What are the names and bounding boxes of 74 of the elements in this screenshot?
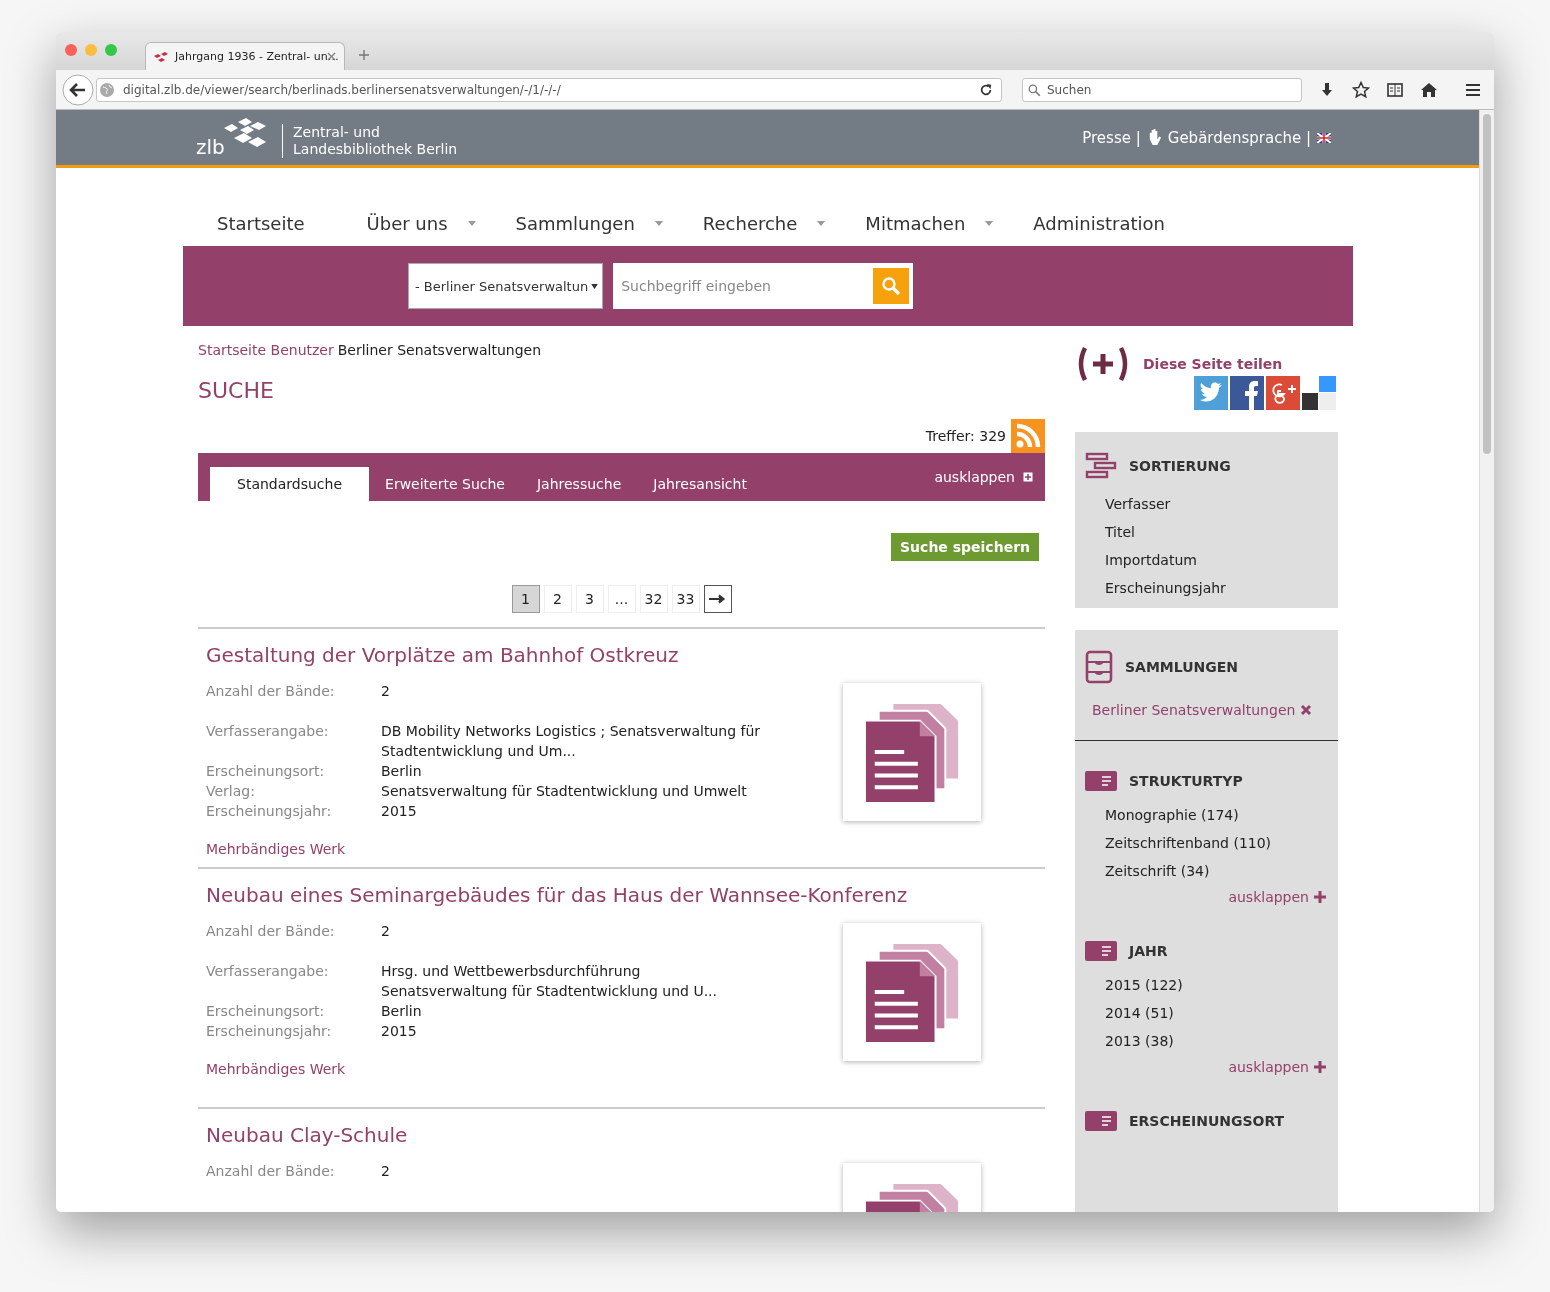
hit-count: Treffer: 329 xyxy=(925,428,1006,444)
result-title-link[interactable]: Neubau Clay-Schule xyxy=(206,1123,981,1147)
field-label: Verlag: xyxy=(206,782,256,801)
nav-item[interactable]: Administration xyxy=(1033,212,1166,234)
breadcrumb-current: Berliner Senatsverwaltungen xyxy=(337,342,542,358)
browser-search-field[interactable]: Suchen xyxy=(1022,77,1302,102)
field-label: Erscheinungsjahr: xyxy=(206,1022,333,1041)
header-link[interactable]: Gebärdensprache | xyxy=(1167,128,1311,147)
browser-tab[interactable]: Jahrgang 1936 - Zentral- un… xyxy=(145,42,345,70)
multivolume-link[interactable]: Mehrbändiges Werk xyxy=(206,841,843,857)
facet-title: ERSCHEINUNGSORT xyxy=(1129,1113,1285,1129)
field-value: Hrsg. und Wettbewerbsdurchführung Senatsverwaltung für Stadtentwicklung und U... xyxy=(381,962,718,1001)
expand-link[interactable]: ausklappen xyxy=(1228,889,1309,905)
nav-item[interactable]: Sammlungen xyxy=(515,212,663,234)
page-link[interactable]: 3 xyxy=(575,585,604,613)
field-label: Verfasserangabe: xyxy=(206,722,330,741)
facet-option[interactable]: Zeitschriftenband (110) xyxy=(1105,835,1328,851)
field-value: Senatsverwaltung für Stadtentwicklung und Umwelt xyxy=(381,782,748,801)
page-link[interactable]: 32 xyxy=(639,585,668,613)
facet-title: STRUKTURTYP xyxy=(1129,773,1243,789)
logo-text: zlb xyxy=(196,135,226,158)
panel-title: SAMMLUNGEN xyxy=(1125,659,1239,675)
field-label: Anzahl der Bände: xyxy=(206,922,336,941)
facet-option[interactable]: Zeitschrift (34) xyxy=(1105,863,1328,879)
search-tab[interactable]: Jahressuche xyxy=(520,467,638,501)
library-name: Zentral- und Landesbibliothek Berlin xyxy=(282,123,458,158)
sort-option[interactable]: Importdatum xyxy=(1105,552,1328,568)
sort-option[interactable]: Erscheinungsjahr xyxy=(1105,580,1328,596)
field-value: 2 xyxy=(381,922,391,941)
nav-item[interactable]: Über uns xyxy=(366,212,476,234)
field-label: Anzahl der Bände: xyxy=(206,682,336,701)
field-value: 2015 xyxy=(381,1022,418,1041)
nav-item[interactable]: Mitmachen xyxy=(865,212,994,234)
page-link[interactable]: 1 xyxy=(511,585,540,613)
field-label: Erscheinungsort: xyxy=(206,762,326,781)
search-tab[interactable]: Standardsuche xyxy=(210,467,370,501)
field-label: Erscheinungsort: xyxy=(206,1002,326,1021)
search-tab[interactable]: Jahresansicht xyxy=(637,467,763,501)
search-field[interactable]: Suchbegriff eingeben xyxy=(613,263,914,309)
field-label: Verfasserangabe: xyxy=(206,962,330,981)
field-value: 2015 xyxy=(381,802,418,821)
page-heading: SUCHE xyxy=(198,378,275,403)
field-value: 2 xyxy=(381,1162,391,1181)
facet-title: JAHR xyxy=(1129,943,1168,959)
page-link[interactable]: 2 xyxy=(543,585,572,613)
panel-title: SORTIERUNG xyxy=(1129,458,1231,474)
search-tab[interactable]: Erweiterte Suche xyxy=(369,467,521,501)
collection-select[interactable]: - Berliner Senatsverwaltun xyxy=(408,263,604,309)
share-label: Diese Seite teilen xyxy=(1143,356,1283,372)
address-field[interactable]: digital.zlb.de/viewer/search/berlinads.berlinersenatsverwaltungen/-/1/-/-/ xyxy=(96,77,1002,102)
sort-option[interactable]: Verfasser xyxy=(1105,496,1328,512)
field-value: Berlin xyxy=(381,1002,423,1021)
facet-option[interactable]: 2013 (38) xyxy=(1105,1033,1328,1049)
result-title-link[interactable]: Gestaltung der Vorplätze am Bahnhof Ostkreuz xyxy=(206,643,981,667)
sort-option[interactable]: Titel xyxy=(1105,524,1328,540)
field-value: DB Mobility Networks Logistics ; Senatsverwaltung für Stadtentwicklung und Um... xyxy=(381,722,762,761)
field-label: Anzahl der Bände: xyxy=(206,1162,336,1181)
expand-link[interactable]: ausklappen xyxy=(934,469,1015,485)
multivolume-link[interactable]: Mehrbändiges Werk xyxy=(206,1061,843,1077)
header-link[interactable]: Presse | xyxy=(1082,128,1141,147)
page-link[interactable]: 33 xyxy=(671,585,700,613)
active-filter-link[interactable]: Berliner Senatsverwaltungen xyxy=(1092,702,1296,718)
facet-option[interactable]: 2014 (51) xyxy=(1105,1005,1328,1021)
field-label: Erscheinungsjahr: xyxy=(206,802,333,821)
breadcrumb-link[interactable]: Startseite Benutzer xyxy=(198,342,334,358)
nav-item[interactable]: Startseite xyxy=(217,212,305,234)
result-title-link[interactable]: Neubau eines Seminargebäudes für das Haus der Wannsee-Konferenz xyxy=(206,883,981,907)
field-value: 2 xyxy=(381,682,391,701)
facet-option[interactable]: 2015 (122) xyxy=(1105,977,1328,993)
nav-item[interactable]: Recherche xyxy=(702,212,826,234)
field-value: Berlin xyxy=(381,762,423,781)
expand-link[interactable]: ausklappen xyxy=(1228,1059,1309,1075)
facet-option[interactable]: Monographie (174) xyxy=(1105,807,1328,823)
page-link[interactable]: ... xyxy=(607,585,636,613)
